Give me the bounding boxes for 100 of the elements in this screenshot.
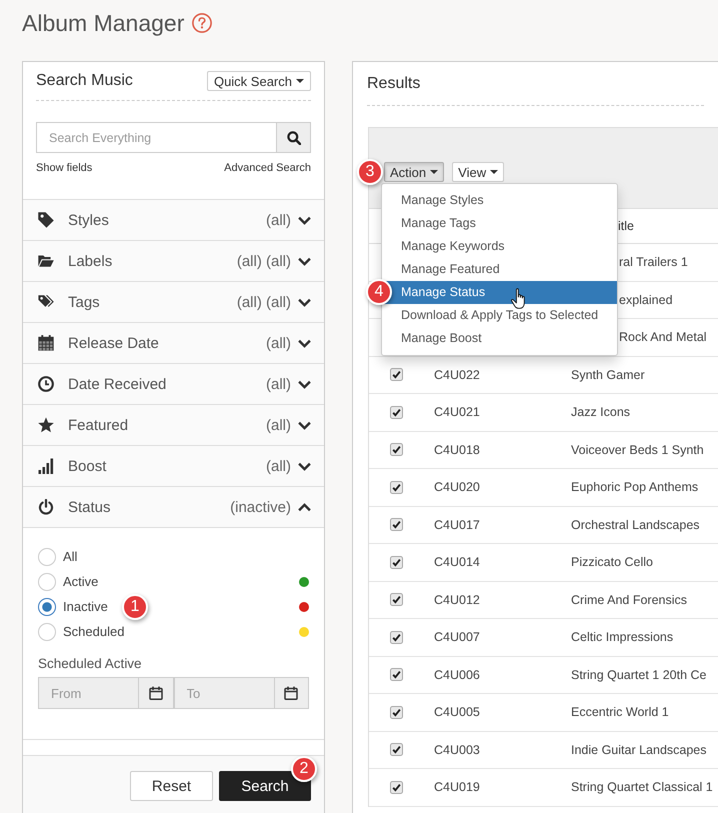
radio-label[interactable]: Scheduled: [63, 624, 124, 639]
filter-label: Styles: [68, 212, 110, 228]
table-cell-text: C4U019: [434, 780, 481, 794]
menu-item[interactable]: Manage Styles: [382, 189, 617, 212]
table-cell: Synth Gamer: [571, 368, 645, 382]
table-cell: Eccentric World 1: [571, 705, 669, 720]
filter-label: Labels: [68, 252, 114, 270]
table-cell: Crime And Forensics: [571, 592, 688, 607]
filter-row[interactable]: Release Date (all): [23, 323, 324, 364]
filter-value: (all) (all): [236, 294, 291, 310]
filter-value: (all): [266, 212, 291, 228]
table-cell-text: C4U012: [434, 592, 481, 607]
checkbox[interactable]: [390, 406, 403, 419]
help-icon[interactable]: [192, 13, 212, 33]
checkbox[interactable]: [390, 706, 403, 719]
filter-label: Tags: [68, 294, 101, 310]
radio-button[interactable]: [38, 572, 56, 590]
clock-icon: [38, 376, 54, 392]
table-cell-text: C4U006: [434, 668, 481, 682]
radio-label[interactable]: Active: [63, 574, 98, 589]
search-field[interactable]: Search Everything: [36, 122, 276, 153]
radio-label[interactable]: All: [63, 549, 78, 564]
callout-badge: 3: [357, 159, 383, 185]
calendar-icon: [148, 686, 163, 700]
filter-value: (all): [266, 416, 291, 434]
filter-label: Boost: [68, 458, 108, 474]
table-cell-text: C4U018: [434, 442, 481, 457]
table-cell: Rock And Metal: [619, 330, 707, 344]
table-cell: Orchestral Landscapes: [571, 518, 700, 532]
filter-row[interactable]: Date Received (all): [23, 364, 324, 405]
table-cell: Voiceover Beds 1 Synth: [571, 442, 704, 457]
menu-item[interactable]: Download & Apply Tags to Selected: [382, 304, 617, 327]
callout-badge: 4: [366, 279, 392, 305]
checkbox[interactable]: [390, 593, 403, 606]
filter-label: Status: [68, 498, 112, 516]
quick-search-dropdown[interactable]: Quick Search: [206, 71, 311, 91]
table-cell-text: C4U003: [434, 742, 481, 757]
filter-row[interactable]: Status (inactive): [23, 487, 324, 528]
filter-row[interactable]: Labels (all) (all): [23, 241, 324, 282]
table-cell-text: C4U007: [434, 630, 481, 644]
checkbox[interactable]: [390, 443, 403, 456]
menu-item[interactable]: Manage Boost: [382, 327, 617, 350]
checkbox[interactable]: [390, 668, 403, 682]
radio-button[interactable]: [38, 548, 56, 566]
filter-value: (inactive): [230, 498, 291, 516]
calendar-icon: [38, 335, 54, 351]
checkbox[interactable]: [390, 480, 403, 494]
filter-row[interactable]: Styles (all): [23, 200, 324, 241]
filter-row[interactable]: Boost (all): [23, 446, 324, 487]
checkbox[interactable]: [390, 743, 403, 756]
checkbox[interactable]: [390, 518, 403, 532]
power-icon: [38, 499, 54, 515]
field-label: Scheduled Active: [38, 656, 143, 672]
table-cell: ral Trailers 1: [619, 255, 688, 270]
checkbox[interactable]: [390, 630, 403, 644]
filter-row[interactable]: Tags (all) (all): [23, 282, 324, 323]
menu-item[interactable]: Manage Tags: [382, 212, 617, 235]
search-button[interactable]: [276, 122, 311, 153]
text-link[interactable]: Advanced Search: [224, 160, 311, 176]
dropdown-button[interactable]: Action: [384, 162, 444, 182]
reset-button[interactable]: Reset: [130, 771, 213, 801]
checkbox[interactable]: [390, 780, 403, 794]
table-cell-text: C4U020: [434, 480, 481, 494]
filter-value: (all): [266, 334, 291, 352]
page-title: Album Manager: [22, 9, 184, 37]
table-cell: String Quartet Classical 1: [571, 780, 713, 794]
menu-item[interactable]: Manage Featured: [382, 258, 617, 281]
filter-label: Release Date: [68, 334, 160, 352]
table-cell-text: C4U022: [434, 368, 481, 382]
table-cell: Celtic Impressions: [571, 630, 674, 644]
radio-label[interactable]: Inactive: [63, 599, 108, 614]
table-cell-text: C4U014: [434, 555, 481, 570]
table-cell-text: C4U021: [434, 405, 481, 420]
filter-value: (all): [266, 458, 291, 474]
callout-badge: 2: [291, 756, 317, 782]
hand-cursor-icon: [511, 288, 525, 309]
table-cell: Pizzicato Cello: [571, 555, 653, 570]
table-cell: Euphoric Pop Anthems: [571, 480, 698, 494]
radio-button[interactable]: [38, 598, 56, 616]
caret-icon: [490, 170, 498, 174]
filter-value: (all): [266, 376, 291, 392]
callout-badge: 1: [122, 594, 148, 620]
dropdown-button[interactable]: View: [452, 162, 504, 182]
checkbox[interactable]: [390, 368, 403, 382]
column-header[interactable]: itle: [618, 219, 634, 233]
text-link[interactable]: Show fields: [36, 160, 92, 176]
panel-title: Search Music: [36, 72, 133, 90]
star-icon: [38, 417, 54, 433]
caret-icon: [296, 79, 304, 83]
table-cell-text: C4U017: [434, 518, 481, 532]
filter-row[interactable]: Featured (all): [23, 405, 324, 446]
table-cell: Indie Guitar Landscapes: [571, 742, 707, 757]
calendar-icon: [284, 686, 298, 700]
radio-button[interactable]: [38, 622, 56, 640]
tag-icon: [38, 212, 54, 228]
checkbox[interactable]: [390, 556, 403, 569]
filter-value: (all) (all): [236, 252, 291, 270]
menu-item[interactable]: Manage Keywords: [382, 235, 617, 258]
panel-title: Results: [367, 74, 420, 92]
table-cell-text: C4U005: [434, 705, 481, 720]
